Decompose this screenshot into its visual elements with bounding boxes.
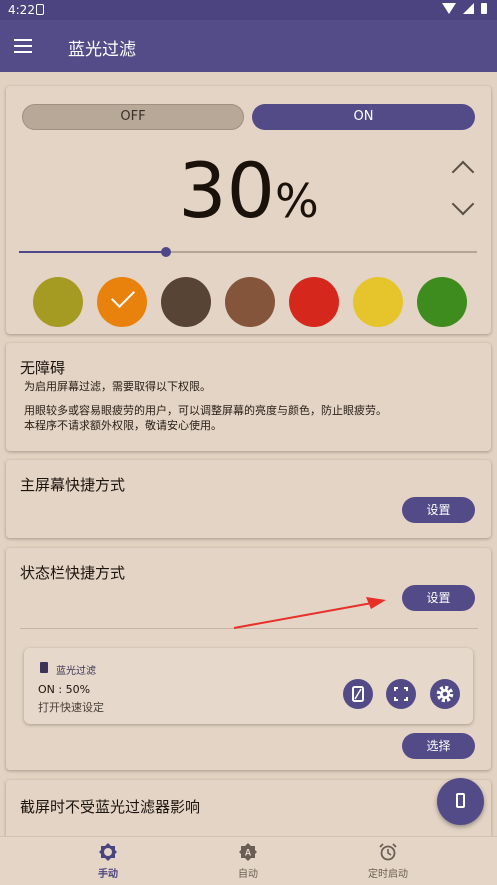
notification-preview[interactable]: 蓝光过滤 ON : 50% 打开快速设定 — [24, 648, 473, 724]
gear-icon — [436, 685, 454, 703]
home-shortcut-card: 主屏幕快捷方式 设置 — [6, 460, 491, 538]
status-icons — [442, 3, 487, 14]
slider-fill — [19, 251, 166, 253]
notification-subtitle: 打开快速设定 — [38, 701, 104, 714]
status-bar: 4:22 — [0, 0, 497, 20]
color-swatch[interactable] — [289, 277, 339, 327]
nav-auto-label: 自动 — [238, 869, 258, 880]
color-swatch[interactable] — [225, 277, 275, 327]
nav-manual[interactable]: 手动 — [58, 843, 158, 880]
color-swatch[interactable] — [353, 277, 403, 327]
select-button[interactable]: 选择 — [402, 733, 475, 759]
screenshot-card: 截屏时不受蓝光过滤器影响 — [6, 780, 491, 836]
check-icon — [110, 283, 136, 309]
home-shortcut-title: 主屏幕快捷方式 — [20, 476, 126, 494]
page-title: 蓝光过滤 — [68, 40, 136, 60]
wifi-icon — [442, 3, 456, 14]
notification-app-icon — [36, 4, 44, 15]
statusbar-shortcut-card: 状态栏快捷方式 设置 蓝光过滤 ON : 50% 打开快速设定 选择 — [6, 548, 491, 770]
quick-toggle-fab[interactable] — [437, 778, 484, 825]
auto-brightness-icon: A — [239, 843, 257, 861]
nav-timer-label: 定时启动 — [368, 869, 408, 880]
fullscreen-button[interactable] — [386, 679, 416, 709]
menu-icon[interactable] — [14, 39, 32, 53]
nav-timer[interactable]: 定时启动 — [338, 843, 438, 880]
toggle-on-button[interactable]: ON — [252, 104, 475, 130]
color-swatch[interactable] — [33, 277, 83, 327]
statusbar-shortcut-title: 状态栏快捷方式 — [20, 564, 126, 582]
bottom-nav: 手动 A 自动 定时启动 — [0, 836, 497, 885]
status-time: 4:22 — [8, 3, 35, 17]
annotation-arrow — [233, 597, 386, 629]
color-swatch[interactable] — [417, 277, 467, 327]
app-bar: 蓝光过滤 — [0, 20, 497, 72]
notification-status: ON : 50% — [38, 683, 91, 696]
intensity-value: 30 — [178, 146, 275, 235]
accessibility-line-3: 本程序不请求额外权限，敬请安心使用。 — [24, 419, 222, 432]
color-swatch[interactable] — [161, 277, 211, 327]
settings-button[interactable] — [430, 679, 460, 709]
accessibility-title: 无障碍 — [20, 359, 66, 377]
intensity-display: 30% — [6, 146, 491, 235]
color-swatches — [33, 277, 467, 327]
signal-icon — [463, 3, 474, 14]
accessibility-card: 无障碍 为启用屏幕过滤，需要取得以下权限。 用眼较多或容易眼疲劳的用户，可以调整… — [6, 343, 491, 451]
battery-icon — [481, 3, 487, 14]
brightness-icon — [99, 843, 117, 861]
alarm-clock-icon — [379, 843, 397, 861]
nav-auto[interactable]: A 自动 — [198, 843, 298, 880]
intensity-unit: % — [275, 174, 319, 228]
fullscreen-icon — [394, 687, 408, 701]
intensity-slider[interactable] — [19, 247, 477, 257]
phone-filter-icon — [352, 686, 364, 702]
statusbar-shortcut-set-button[interactable]: 设置 — [402, 585, 475, 611]
filter-toggle-button[interactable] — [343, 679, 373, 709]
home-shortcut-set-button[interactable]: 设置 — [402, 497, 475, 523]
color-swatch[interactable] — [97, 277, 147, 327]
svg-text:A: A — [245, 848, 252, 858]
app-icon — [40, 662, 48, 673]
filter-card: OFF ON 30% — [6, 86, 491, 334]
nav-manual-label: 手动 — [98, 869, 118, 880]
toggle-off-button[interactable]: OFF — [22, 104, 244, 130]
screenshot-title: 截屏时不受蓝光过滤器影响 — [20, 798, 201, 816]
slider-thumb[interactable] — [160, 247, 171, 257]
phone-icon — [456, 793, 465, 808]
accessibility-line-1: 为启用屏幕过滤，需要取得以下权限。 — [24, 380, 211, 393]
accessibility-line-2: 用眼较多或容易眼疲劳的用户，可以调整屏幕的亮度与颜色，防止眼疲劳。 — [24, 404, 387, 417]
notification-app-name: 蓝光过滤 — [56, 666, 96, 677]
